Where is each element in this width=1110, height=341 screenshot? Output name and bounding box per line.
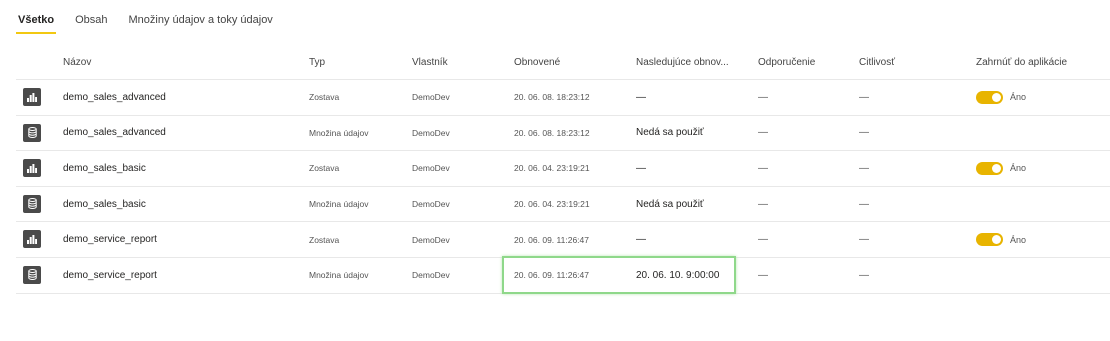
item-name-link[interactable]: demo_sales_advanced — [63, 116, 166, 151]
item-refreshed: 20. 06. 09. 11:26:47 — [514, 234, 589, 245]
table-row[interactable]: demo_sales_advanced Zostava DemoDev 20. 06.… — [16, 80, 1110, 116]
item-type: Množina údajov — [309, 270, 369, 281]
toggle-knob — [992, 92, 1001, 102]
item-owner: DemoDev — [412, 270, 450, 281]
item-name-link[interactable]: demo_sales_advanced — [63, 80, 166, 115]
item-refreshed: 20. 06. 08. 18:23:12 — [514, 127, 590, 138]
toggle-knob — [992, 235, 1001, 245]
table-row[interactable]: demo_sales_advanced Množina údajov DemoDev… — [16, 116, 1110, 152]
include-in-app-toggle[interactable] — [976, 90, 1003, 104]
item-refreshed: 20. 06. 08. 18:23:12 — [514, 92, 590, 103]
item-next-refresh: — — [636, 234, 646, 246]
item-endorsement: — — [758, 234, 768, 246]
column-header-type[interactable]: Typ — [309, 46, 325, 79]
item-next-refresh: — — [636, 162, 646, 174]
column-header-name[interactable]: Názov — [63, 46, 91, 79]
column-header-sensitivity[interactable]: Citlivosť — [859, 46, 895, 79]
table-row[interactable]: demo_sales_basic Zostava DemoDev 20. 06. 04… — [16, 151, 1110, 187]
item-type: Množina údajov — [309, 199, 369, 210]
table-row[interactable]: demo_service_report Zostava DemoDev 20. 06.… — [16, 222, 1110, 258]
item-sensitivity: — — [859, 269, 869, 281]
item-sensitivity: — — [859, 162, 869, 174]
column-header-include-in-app[interactable]: Zahrnúť do aplikácie — [976, 46, 1067, 79]
tab-datasets-dataflows[interactable]: Množiny údajov a toky údajov — [127, 10, 275, 32]
include-in-app-cell: Áno — [976, 80, 1026, 115]
include-in-app-label: Áno — [1010, 163, 1027, 174]
item-name-link[interactable]: demo_sales_basic — [63, 151, 146, 186]
include-in-app-toggle[interactable] — [976, 233, 1003, 247]
item-refreshed: 20. 06. 04. 23:19:21 — [514, 199, 590, 210]
item-sensitivity: — — [859, 234, 869, 246]
item-refreshed: 20. 06. 04. 23:19:21 — [514, 163, 590, 174]
item-owner: DemoDev — [412, 92, 450, 103]
item-endorsement: — — [758, 198, 768, 210]
table-row[interactable]: demo_service_report Množina údajov DemoDev… — [16, 258, 1110, 294]
item-type: Zostava — [309, 163, 340, 174]
item-name-link[interactable]: demo_service_report — [63, 222, 157, 257]
content-table: Názov Typ Vlastník Obnovené Nasledujúce … — [16, 46, 1110, 294]
include-in-app-toggle[interactable] — [976, 161, 1003, 175]
item-name-link[interactable]: demo_service_report — [63, 258, 157, 293]
item-endorsement: — — [758, 91, 768, 103]
tab-content[interactable]: Obsah — [73, 10, 109, 32]
item-sensitivity: — — [859, 198, 869, 210]
item-type: Zostava — [309, 92, 340, 103]
include-in-app-cell: Áno — [976, 151, 1026, 186]
item-type: Množina údajov — [309, 127, 369, 138]
item-next-refresh: Nedá sa použiť — [636, 198, 704, 210]
dataset-icon — [23, 194, 41, 213]
item-next-refresh: — — [636, 91, 646, 103]
include-in-app-label: Áno — [1010, 92, 1027, 103]
dataset-icon — [23, 123, 41, 142]
report-icon — [23, 88, 41, 106]
column-header-next-refresh[interactable]: Nasledujúce obnov... — [636, 46, 729, 79]
item-owner: DemoDev — [412, 199, 450, 210]
column-header-endorsement[interactable]: Odporučenie — [758, 46, 815, 79]
item-owner: DemoDev — [412, 234, 450, 245]
report-icon — [23, 159, 41, 178]
tab-bar: Všetko Obsah Množiny údajov a toky údajo… — [16, 10, 292, 34]
tab-all[interactable]: Všetko — [16, 10, 57, 34]
item-owner: DemoDev — [412, 127, 450, 138]
include-in-app-cell: Áno — [976, 222, 1026, 257]
dataset-icon — [23, 265, 41, 284]
item-type: Zostava — [309, 234, 340, 245]
table-header: Názov Typ Vlastník Obnovené Nasledujúce … — [16, 46, 1110, 80]
item-endorsement: — — [758, 127, 768, 139]
column-header-owner[interactable]: Vlastník — [412, 46, 448, 79]
item-name-link[interactable]: demo_sales_basic — [63, 187, 146, 222]
item-sensitivity: — — [859, 127, 869, 139]
include-in-app-label: Áno — [1010, 234, 1027, 245]
column-header-refreshed[interactable]: Obnovené — [514, 46, 560, 79]
report-icon — [23, 230, 41, 249]
table-row[interactable]: demo_sales_basic Množina údajov DemoDev 20.… — [16, 187, 1110, 223]
item-next-refresh: 20. 06. 10. 9:00:00 — [636, 269, 720, 281]
item-endorsement: — — [758, 162, 768, 174]
item-refreshed: 20. 06. 09. 11:26:47 — [514, 270, 589, 281]
item-next-refresh: Nedá sa použiť — [636, 127, 704, 139]
item-owner: DemoDev — [412, 163, 450, 174]
item-sensitivity: — — [859, 91, 869, 103]
toggle-knob — [992, 163, 1001, 173]
item-endorsement: — — [758, 269, 768, 281]
